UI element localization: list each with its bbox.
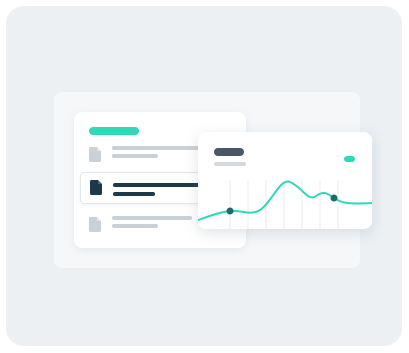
- list-title-placeholder: [89, 127, 139, 135]
- analytics-chart-card[interactable]: [198, 132, 372, 229]
- list-item-title-placeholder: [113, 183, 205, 187]
- chart-grid: [229, 180, 339, 229]
- document-icon: [89, 147, 101, 162]
- list-item-title-placeholder: [112, 216, 192, 220]
- line-chart-graphic: [198, 180, 372, 229]
- document-icon: [89, 217, 101, 232]
- chart-data-point[interactable]: [226, 207, 234, 215]
- illustration-canvas: [0, 0, 409, 353]
- document-icon: [90, 180, 102, 195]
- chart-series-line: [198, 180, 372, 221]
- chart-badge-icon: [344, 156, 355, 162]
- list-item-subtitle-placeholder: [112, 224, 158, 228]
- list-item-subtitle-placeholder: [112, 154, 158, 158]
- list-item-subtitle-placeholder: [113, 192, 155, 196]
- chart-data-point[interactable]: [330, 194, 338, 202]
- list-item-title-placeholder: [112, 146, 202, 150]
